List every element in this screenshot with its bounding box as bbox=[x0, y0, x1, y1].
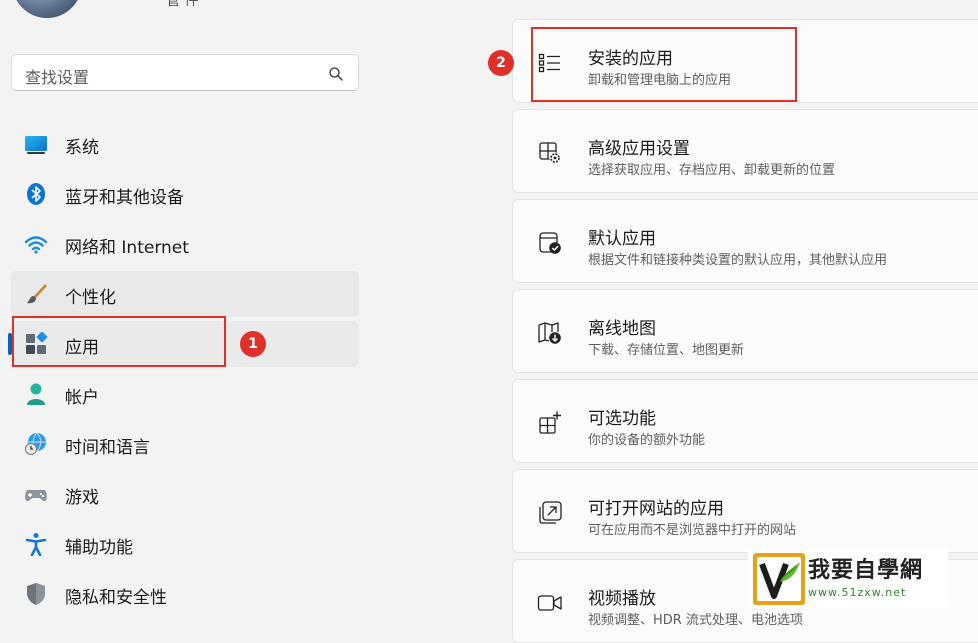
monitor-icon bbox=[25, 136, 47, 154]
search-box[interactable]: 查找设置 bbox=[11, 54, 359, 91]
sidebar-item-bluetooth[interactable]: 蓝牙和其他设备 bbox=[11, 171, 359, 217]
annotation-box-1 bbox=[12, 316, 226, 367]
sidebar-item-label: 时间和语言 bbox=[65, 438, 150, 458]
paintbrush-icon bbox=[27, 284, 47, 304]
globe-clock-icon bbox=[25, 432, 46, 455]
card-title: 可打开网站的应用 bbox=[588, 499, 724, 519]
person-icon bbox=[27, 383, 45, 405]
card-default-apps[interactable]: 默认应用 根据文件和链接种类设置的默认应用，其他默认应用 bbox=[512, 199, 978, 283]
offline-map-icon bbox=[538, 322, 561, 344]
watermark-url: www.51zxw.net bbox=[808, 586, 907, 599]
card-optional-features[interactable]: 可选功能 你的设备的额外功能 bbox=[512, 379, 978, 463]
card-title: 视频播放 bbox=[588, 589, 656, 609]
wifi-icon bbox=[24, 236, 48, 254]
annotation-box-2 bbox=[531, 27, 797, 102]
sidebar-item-label: 蓝牙和其他设备 bbox=[65, 188, 184, 208]
search-placeholder: 查找设置 bbox=[25, 68, 90, 87]
watermark-text: 我要自學網 bbox=[808, 558, 924, 583]
bluetooth-icon bbox=[27, 183, 45, 205]
user-avatar[interactable] bbox=[12, 0, 82, 18]
sidebar-item-label: 网络和 Internet bbox=[65, 238, 189, 258]
gamepad-icon bbox=[25, 490, 47, 502]
sidebar-item-system[interactable]: 系统 bbox=[11, 121, 359, 167]
sidebar-item-network[interactable]: 网络和 Internet bbox=[11, 221, 359, 267]
watermark: 我要自學網 www.51zxw.net bbox=[748, 550, 948, 608]
sidebar-item-personalization[interactable]: 个性化 bbox=[11, 271, 359, 317]
sidebar-item-privacy[interactable]: 隐私和安全性 bbox=[11, 571, 359, 617]
annotation-badge-1: 1 bbox=[240, 331, 266, 357]
sidebar-item-label: 游戏 bbox=[65, 488, 99, 508]
add-feature-icon bbox=[539, 411, 561, 434]
sidebar-item-accounts[interactable]: 帐户 bbox=[11, 371, 359, 417]
card-subtitle: 你的设备的额外功能 bbox=[588, 433, 706, 448]
sidebar-item-label: 个性化 bbox=[65, 288, 116, 308]
sidebar-item-time-language[interactable]: 时间和语言 bbox=[11, 421, 359, 467]
card-title: 高级应用设置 bbox=[588, 139, 690, 159]
sidebar-item-label: 系统 bbox=[65, 138, 99, 158]
user-name: 管 件 bbox=[166, 0, 199, 9]
search-icon[interactable] bbox=[328, 66, 344, 82]
accessibility-icon bbox=[25, 533, 47, 556]
card-subtitle: 根据文件和链接种类设置的默认应用，其他默认应用 bbox=[588, 253, 888, 268]
sidebar-item-gaming[interactable]: 游戏 bbox=[11, 471, 359, 517]
card-offline-maps[interactable]: 离线地图 下载、存储位置、地图更新 bbox=[512, 289, 978, 373]
sidebar-item-label: 帐户 bbox=[65, 388, 99, 408]
watermark-logo-icon bbox=[753, 553, 805, 605]
annotation-badge-2: 2 bbox=[488, 50, 514, 76]
shield-icon bbox=[27, 583, 45, 605]
app-gear-icon bbox=[539, 142, 561, 164]
default-app-icon bbox=[539, 232, 561, 254]
card-title: 默认应用 bbox=[588, 229, 656, 249]
card-subtitle: 视频调整、HDR 流式处理、电池选项 bbox=[588, 613, 803, 628]
card-advanced-app-settings[interactable]: 高级应用设置 选择获取应用、存档应用、卸载更新的位置 bbox=[512, 109, 978, 193]
card-subtitle: 下载、存储位置、地图更新 bbox=[588, 343, 745, 358]
video-icon bbox=[537, 595, 562, 611]
card-title: 离线地图 bbox=[588, 319, 656, 339]
sidebar-item-label: 辅助功能 bbox=[65, 538, 133, 558]
open-link-icon bbox=[539, 501, 562, 524]
card-subtitle: 可在应用而不是浏览器中打开的网站 bbox=[588, 523, 797, 538]
card-subtitle: 选择获取应用、存档应用、卸载更新的位置 bbox=[588, 163, 836, 178]
sidebar-item-accessibility[interactable]: 辅助功能 bbox=[11, 521, 359, 567]
card-apps-for-websites[interactable]: 可打开网站的应用 可在应用而不是浏览器中打开的网站 bbox=[512, 469, 978, 553]
sidebar-item-label: 隐私和安全性 bbox=[65, 588, 167, 608]
card-title: 可选功能 bbox=[588, 409, 656, 429]
